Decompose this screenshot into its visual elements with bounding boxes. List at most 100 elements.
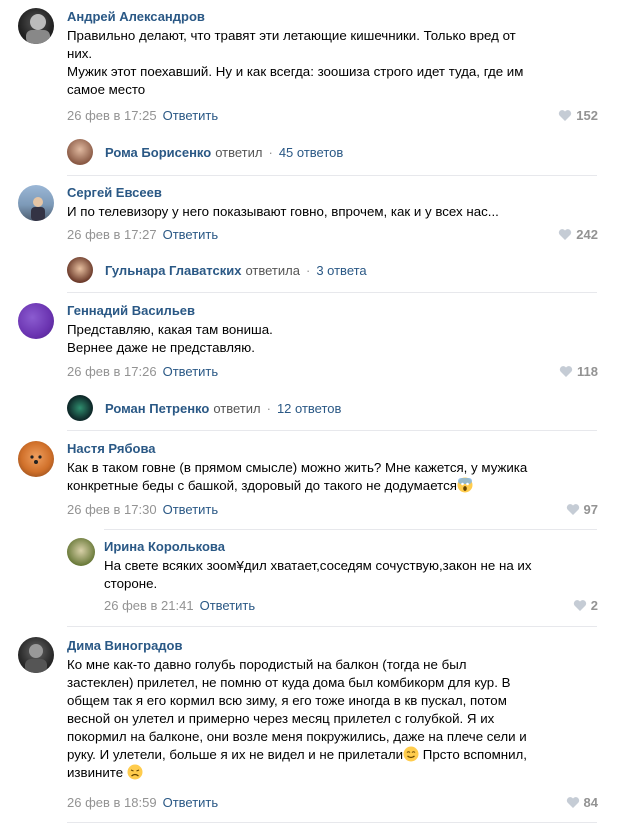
thread-verb: ответила [245, 262, 300, 278]
reply-button[interactable]: Ответить [163, 795, 219, 810]
comment-date[interactable]: 26 фев в 18:59 [67, 795, 157, 810]
thread-verb: ответил [213, 400, 261, 416]
text-fragment: конкретные беды с башкой, здоровый до та… [67, 478, 457, 493]
heart-icon [573, 600, 586, 611]
comment-author[interactable]: Ирина Королькова [104, 539, 225, 554]
heart-icon [559, 229, 572, 240]
separator-dot: · [266, 400, 271, 416]
comment-author[interactable]: Настя Рябова [67, 441, 156, 456]
comment-date[interactable]: 26 фев в 17:30 [67, 502, 157, 517]
divider [67, 175, 597, 176]
thread-author[interactable]: Гульнара Главатских [105, 263, 241, 278]
text-line: самое место [67, 82, 146, 97]
text-line: них. [67, 46, 93, 61]
comment-date[interactable]: 26 фев в 21:41 [104, 598, 194, 613]
text-line: Как в таком говне (в прямом смысле) можн… [67, 460, 528, 475]
comment-text: И по телевизору у него показывают говно,… [67, 203, 607, 221]
like-button[interactable]: 242 [558, 227, 598, 242]
reply-button[interactable]: Ответить [163, 227, 219, 242]
heart-icon [559, 110, 572, 121]
avatar[interactable] [18, 8, 54, 44]
replies-thread[interactable]: Роман Петренко ответил · 12 ответов [67, 395, 341, 421]
separator-dot: · [305, 262, 311, 278]
avatar[interactable] [67, 538, 95, 566]
comment-date[interactable]: 26 фев в 17:26 [67, 364, 157, 379]
avatar[interactable] [18, 637, 54, 673]
text-fragment: извините [67, 765, 124, 780]
thread-count[interactable]: 3 ответа [316, 263, 366, 278]
heart-icon [566, 504, 579, 515]
avatar-photo-icon [25, 644, 47, 673]
divider [67, 292, 597, 293]
like-count: 118 [577, 364, 598, 379]
avatar[interactable] [18, 441, 54, 477]
reply-button[interactable]: Ответить [163, 364, 219, 379]
comment-date[interactable]: 26 фев в 17:25 [67, 108, 157, 123]
text-fragment: Прсто вспомнил, [422, 747, 527, 762]
replies-thread[interactable]: Гульнара Главатских ответила · 3 ответа [67, 257, 367, 283]
divider [67, 822, 597, 823]
like-button[interactable]: 118 [559, 364, 598, 379]
text-line: конкретные беды с башкой, здоровый до та… [67, 477, 607, 495]
comment-author[interactable]: Геннадий Васильев [67, 303, 195, 318]
text-line: На свете всяких зоом¥дил хватает,соседям… [104, 558, 532, 573]
text-line: общем так я его кормил всю зиму, я его т… [67, 693, 507, 708]
replies-thread[interactable]: Рома Борисенко ответил · 45 ответов [67, 139, 343, 165]
comment-meta: 26 фев в 17:27 Ответить [67, 227, 218, 242]
text-line: И по телевизору у него показывают говно,… [67, 204, 499, 219]
text-line: стороне. [104, 576, 158, 591]
text-line: Представляю, какая там вониша. [67, 322, 273, 337]
text-line: Правильно делают, что травят эти летающи… [67, 28, 516, 43]
separator-dot: · [268, 144, 273, 160]
avatar-photo-icon [26, 14, 50, 44]
text-line: покормил на балконе, они возле меня покр… [67, 729, 527, 744]
dog-icon [30, 455, 42, 464]
heart-icon [559, 366, 573, 377]
comment-text: На свете всяких зоом¥дил хватает,соседям… [104, 557, 604, 593]
like-button[interactable]: 97 [566, 502, 598, 517]
comment-meta: 26 фев в 21:41 Ответить [104, 598, 255, 613]
comment-text: Правильно делают, что травят эти летающи… [67, 27, 607, 99]
thread-author[interactable]: Рома Борисенко [105, 145, 211, 160]
like-count: 2 [590, 598, 598, 613]
comment-text: Как в таком говне (в прямом смысле) можн… [67, 459, 607, 495]
text-line: застеклен) прилетел, не помню от куда до… [67, 675, 511, 690]
divider [67, 430, 597, 431]
divider [67, 626, 597, 627]
text-fragment: руку. И улетели, больше я их не видел и … [67, 747, 404, 762]
comment-meta: 26 фев в 17:26 Ответить [67, 364, 218, 379]
comment-text: Представляю, какая там вониша. Вернее да… [67, 321, 607, 357]
text-line: весной он улетел и примерно через месяц … [67, 711, 495, 726]
text-line: Ко мне как-то давно голубь породистый на… [67, 657, 467, 672]
text-line: Мужик этот поехавший. Ну и как всегда: з… [67, 64, 524, 79]
reply-button[interactable]: Ответить [163, 108, 219, 123]
like-count: 84 [583, 795, 598, 810]
thread-count[interactable]: 12 ответов [277, 401, 341, 416]
avatar[interactable] [18, 185, 54, 221]
text-line: Вернее даже не представляю. [67, 340, 255, 355]
comment-author[interactable]: Андрей Александров [67, 9, 205, 24]
like-button[interactable]: 152 [558, 108, 598, 123]
avatar[interactable] [18, 303, 54, 339]
avatar[interactable] [67, 139, 93, 165]
comment-author[interactable]: Сергей Евсеев [67, 185, 162, 200]
text-line: извините [67, 764, 607, 782]
comment-meta: 26 фев в 18:59 Ответить [67, 795, 218, 810]
avatar[interactable] [67, 395, 93, 421]
text-line: руку. И улетели, больше я их не видел и … [67, 746, 607, 764]
avatar[interactable] [67, 257, 93, 283]
like-count: 242 [576, 227, 598, 242]
like-button[interactable]: 84 [566, 795, 598, 810]
comment-text: Ко мне как-то давно голубь породистый на… [67, 656, 607, 782]
comment-author[interactable]: Дима Виноградов [67, 638, 182, 653]
smiling-face-icon [403, 746, 419, 762]
thread-author[interactable]: Роман Петренко [105, 401, 209, 416]
comment-date[interactable]: 26 фев в 17:27 [67, 227, 157, 242]
thread-count[interactable]: 45 ответов [279, 145, 343, 160]
weary-face-icon [127, 764, 143, 780]
reply-button[interactable]: Ответить [163, 502, 219, 517]
reply-button[interactable]: Ответить [200, 598, 256, 613]
comment-meta: 26 фев в 17:25 Ответить [67, 108, 218, 123]
like-button[interactable]: 2 [573, 598, 598, 613]
like-count: 97 [583, 502, 598, 517]
